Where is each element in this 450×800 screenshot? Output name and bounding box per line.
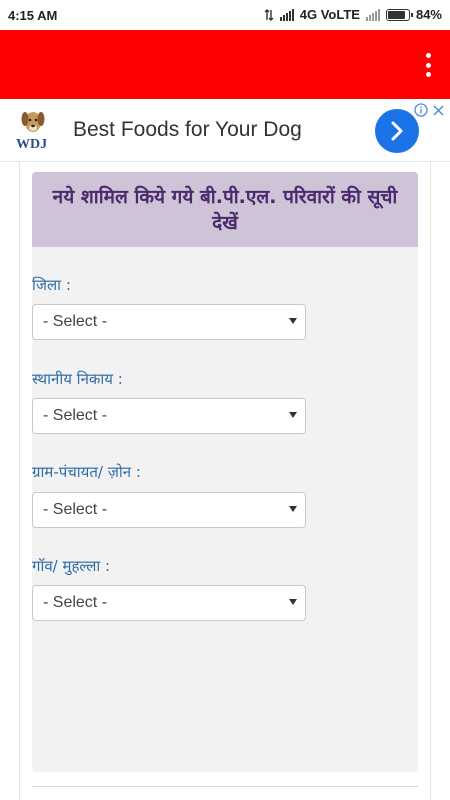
form-title: नये शामिल किये गये बी.पी.एल. परिवारों की… [52,185,398,234]
village-select-value: - Select - [43,594,108,611]
battery-icon [385,8,413,21]
dog-icon [21,112,45,132]
chevron-down-icon [289,412,297,418]
ad-headline[interactable]: Best Foods for Your Dog [73,118,302,142]
status-icons: 4G VoLTE 84% [264,7,442,22]
local-body-select[interactable]: - Select - [32,398,306,434]
gram-panchayat-label: ग्राम-पंचायत/ ज़ोन : [32,463,141,481]
status-time: 4:15 AM [8,8,58,23]
district-select[interactable]: - Select - [32,304,306,340]
village-select[interactable]: - Select - [32,585,306,621]
signal-icon [279,8,294,21]
status-bar: 4:15 AM 4G VoLTE 84% [0,0,450,30]
gram-panchayat-select[interactable]: - Select - [32,492,306,528]
local-body-label: स्थानीय निकाय : [32,370,123,388]
local-body-select-value: - Select - [43,407,108,424]
app-bar [0,30,450,99]
form-header: नये शामिल किये गये बी.पी.एल. परिवारों की… [32,172,418,247]
chevron-down-icon [289,318,297,324]
gram-panchayat-select-value: - Select - [43,501,108,518]
ad-logo: WDJ [14,107,50,155]
data-transfer-icon [264,8,274,21]
chevron-right-icon [391,121,403,141]
divider [32,786,418,787]
ad-brand: WDJ [16,137,48,152]
info-icon[interactable] [414,103,428,117]
chevron-down-icon [289,506,297,512]
ad-open-button[interactable] [375,109,419,153]
close-icon[interactable] [433,105,444,116]
chevron-down-icon [289,599,297,605]
district-select-value: - Select - [43,313,108,330]
more-vert-icon[interactable] [420,50,436,80]
village-label: गॉव/ मुहल्ला : [32,557,111,575]
ad-banner[interactable]: WDJ Best Foods for Your Dog [0,99,450,162]
network-type: 4G VoLTE [299,7,360,22]
signal-secondary-icon [365,8,380,21]
district-label: जिला : [32,276,71,294]
battery-percent: 84% [415,7,442,22]
